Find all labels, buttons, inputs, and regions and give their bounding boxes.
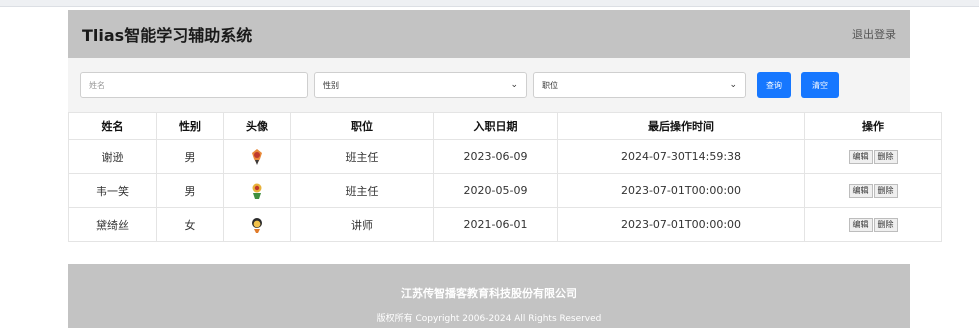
gender-select-value: 性别 (323, 80, 339, 90)
cell-update-time: 2023-07-01T00:00:00 (557, 173, 805, 208)
logout-link[interactable]: 退出登录 (852, 26, 896, 42)
cell-name: 韦一笑 (68, 173, 157, 208)
footer-copyright: 版权所有 Copyright 2006-2024 All Rights Rese… (376, 314, 602, 324)
cell-update-time: 2023-07-01T00:00:00 (557, 207, 805, 242)
avatar-icon (252, 217, 262, 233)
clear-button[interactable]: 清空 (801, 72, 839, 98)
search-bar: 姓名 性别 ⌄ 职位 ⌄ 查询 清空 (68, 58, 910, 112)
page-footer: 江苏传智播客教育科技股份有限公司 版权所有 Copyright 2006-202… (68, 264, 910, 328)
header-update-time: 最后操作时间 (557, 112, 805, 140)
cell-name: 谢逊 (68, 139, 157, 174)
query-button[interactable]: 查询 (757, 72, 791, 98)
cell-avatar (223, 139, 291, 174)
chevron-down-icon: ⌄ (729, 80, 737, 90)
app-title: Tlias智能学习辅助系统 (82, 26, 253, 45)
app-header: Tlias智能学习辅助系统 退出登录 (68, 10, 910, 58)
browser-top-strip (0, 0, 979, 7)
job-select-value: 职位 (542, 80, 558, 90)
chevron-down-icon: ⌄ (510, 80, 518, 90)
cell-name: 黛绮丝 (68, 207, 157, 242)
table-row: 谢逊 男 班主任 2023-06-09 2024-07-30T14:59:38 … (68, 139, 942, 174)
edit-button[interactable]: 编辑 (848, 184, 873, 198)
name-input-placeholder: 姓名 (89, 80, 105, 90)
footer-company: 江苏传智播客教育科技股份有限公司 (401, 287, 577, 300)
edit-button[interactable]: 编辑 (848, 150, 873, 164)
header-gender: 性别 (156, 112, 224, 140)
cell-job: 讲师 (290, 207, 434, 242)
header-name: 姓名 (68, 112, 157, 140)
cell-job: 班主任 (290, 139, 434, 174)
table-row: 黛绮丝 女 讲师 2021-06-01 2023-07-01T00:00:00 … (68, 207, 942, 242)
table-row: 韦一笑 男 班主任 2020-05-09 2023-07-01T00:00:00… (68, 173, 942, 208)
cell-actions: 编辑 删除 (804, 139, 942, 174)
gender-select[interactable]: 性别 ⌄ (314, 72, 527, 98)
cell-gender: 女 (156, 207, 224, 242)
table-header-row: 姓名 性别 头像 职位 入职日期 最后操作时间 操作 (68, 112, 942, 140)
cell-avatar (223, 173, 291, 208)
cell-avatar (223, 207, 291, 242)
cell-update-time: 2024-07-30T14:59:38 (557, 139, 805, 174)
delete-button[interactable]: 删除 (873, 184, 898, 198)
cell-gender: 男 (156, 173, 224, 208)
avatar-icon (252, 148, 262, 165)
delete-button[interactable]: 删除 (873, 150, 898, 164)
job-select[interactable]: 职位 ⌄ (533, 72, 746, 98)
header-entry-date: 入职日期 (433, 112, 558, 140)
cell-job: 班主任 (290, 173, 434, 208)
cell-entry-date: 2021-06-01 (433, 207, 558, 242)
header-actions: 操作 (804, 112, 942, 140)
page-container: Tlias智能学习辅助系统 退出登录 姓名 性别 ⌄ 职位 ⌄ 查询 清空 姓名… (68, 10, 942, 242)
name-search-input[interactable]: 姓名 (80, 72, 308, 98)
cell-entry-date: 2020-05-09 (433, 173, 558, 208)
employee-table: 姓名 性别 头像 职位 入职日期 最后操作时间 操作 谢逊 男 班主任 2023… (68, 112, 942, 242)
delete-button[interactable]: 删除 (873, 218, 898, 232)
edit-button[interactable]: 编辑 (848, 218, 873, 232)
cell-entry-date: 2023-06-09 (433, 139, 558, 174)
avatar-icon (252, 183, 262, 199)
cell-gender: 男 (156, 139, 224, 174)
header-avatar: 头像 (223, 112, 291, 140)
cell-actions: 编辑 删除 (804, 173, 942, 208)
header-job: 职位 (290, 112, 434, 140)
cell-actions: 编辑 删除 (804, 207, 942, 242)
